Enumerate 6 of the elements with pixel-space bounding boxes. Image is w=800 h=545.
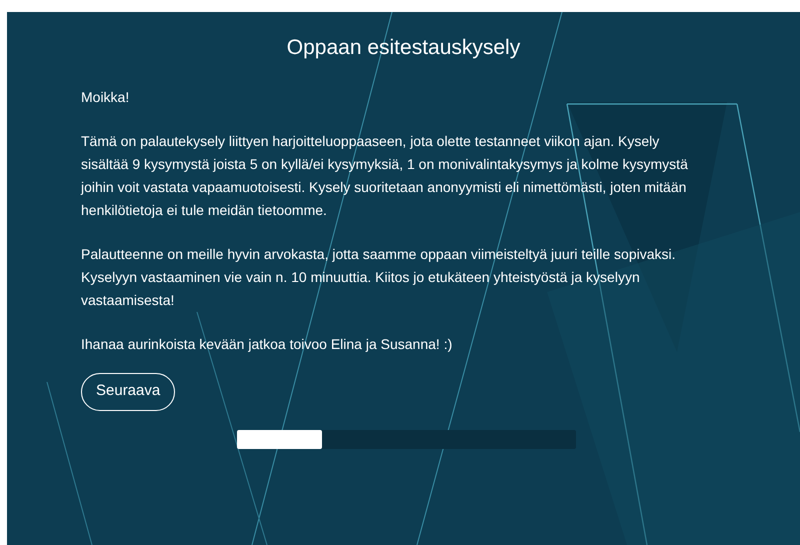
intro-paragraph: Palautteenne on meille hyvin arvokasta, jotta saamme oppaan viimeisteltyä juuri teille sopivaksi. Kyselyyn vastaaminen vie vain n. 10 minuuttia. Kiitos jo etukäteen yhteistyöstä ja kyselyyn vastaamisesta! bbox=[81, 244, 677, 310]
intro-paragraph: Moikka! bbox=[81, 88, 130, 106]
intro-paragraph: Tämä on palautekysely liittyen harjoitteluoppaaseen, jota olette testanneet viikon ajan. Kysely sisältää 9 kysymystä joista 5 on kyllä/ei kysymyksiä, 1 on monivalintakysymys ja kolme kysymystä joihin voit vastata vapaamuotoisesti. Kysely suoritetaan anonyymisti eli nimettömästi, joten mitään henkilötietoja ei tule meidän tietoomme. bbox=[81, 132, 689, 220]
next-button[interactable]: Seuraava bbox=[81, 372, 176, 410]
intro-paragraph: Ihanaa aurinkoista kevään jatkoa toivoo Elina ja Susanna! :) bbox=[81, 334, 454, 354]
survey-title: Oppaan esitestauskysely bbox=[286, 35, 520, 61]
